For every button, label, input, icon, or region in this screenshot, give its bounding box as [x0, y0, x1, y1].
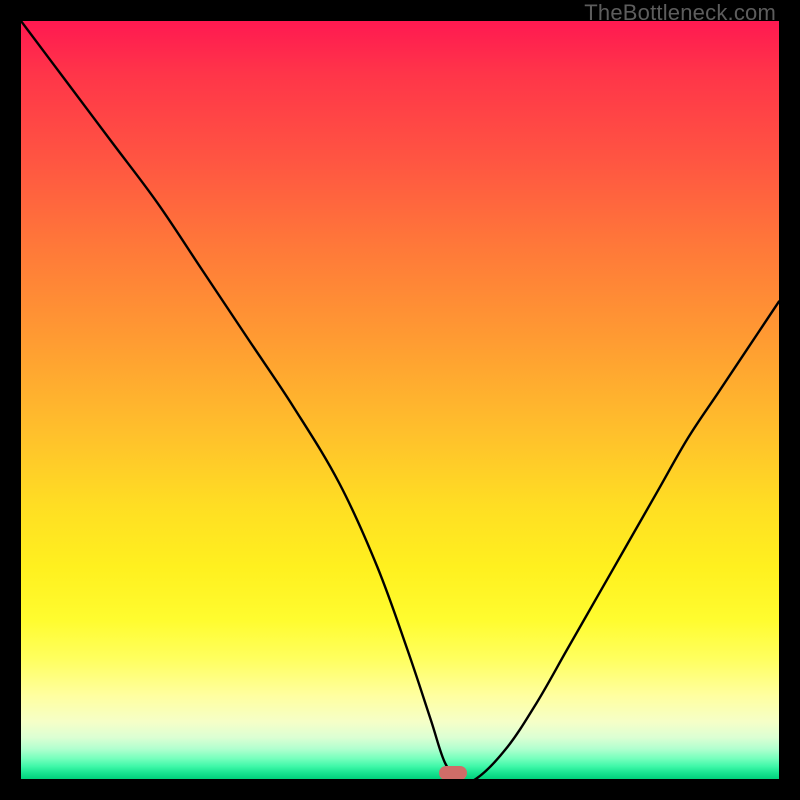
optimal-point-marker	[439, 766, 467, 779]
watermark-text: TheBottleneck.com	[584, 0, 776, 26]
bottleneck-curve	[21, 21, 779, 779]
chart-frame	[21, 21, 779, 779]
